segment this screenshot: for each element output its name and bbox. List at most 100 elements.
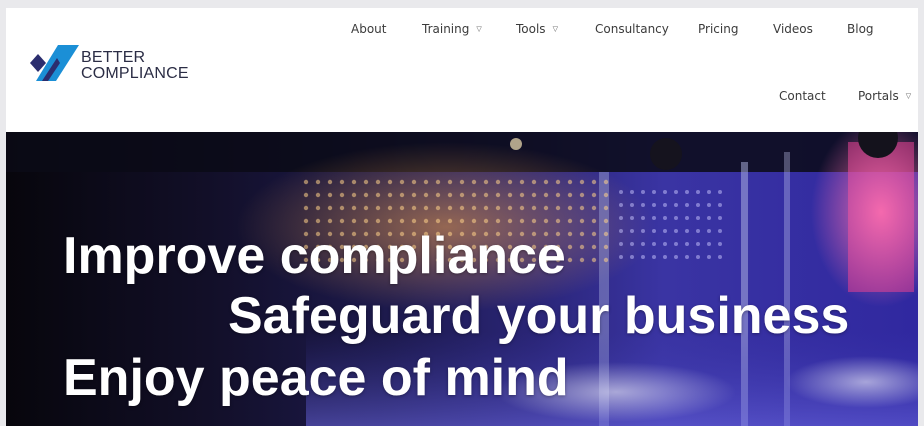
led-dot	[619, 242, 623, 246]
chevron-down-icon: ▽	[905, 92, 912, 100]
led-dot	[435, 218, 441, 224]
led-dot	[315, 218, 321, 224]
led-dot	[531, 218, 537, 224]
led-dot	[483, 218, 489, 224]
led-dot	[459, 179, 465, 185]
led-dot	[555, 192, 561, 198]
led-dot	[567, 218, 573, 224]
led-dot	[707, 190, 711, 194]
nav-item-portals[interactable]: Portals ▽	[858, 89, 911, 103]
led-dot	[630, 203, 634, 207]
led-dot	[591, 218, 597, 224]
led-dot	[483, 192, 489, 198]
led-dot	[619, 216, 623, 220]
led-dot	[718, 255, 722, 259]
led-dot	[619, 203, 623, 207]
led-dot	[447, 179, 453, 185]
led-dot	[399, 218, 405, 224]
led-dot	[423, 218, 429, 224]
led-dot	[531, 192, 537, 198]
led-dot	[663, 216, 667, 220]
nav-item-videos-label: Videos	[773, 22, 813, 36]
nav-item-portals-label: Portals	[858, 89, 899, 103]
nav-item-videos[interactable]: Videos	[773, 22, 813, 36]
led-dot	[399, 205, 405, 211]
led-dot	[435, 205, 441, 211]
nav-item-training[interactable]: Training ▽	[422, 22, 482, 36]
led-dot	[696, 203, 700, 207]
led-dot	[603, 257, 609, 263]
led-dot	[663, 255, 667, 259]
led-dot	[652, 229, 656, 233]
led-dot	[411, 192, 417, 198]
led-dot	[696, 216, 700, 220]
nav-item-pricing-label: Pricing	[698, 22, 739, 36]
led-dot	[459, 205, 465, 211]
led-dot	[707, 203, 711, 207]
led-dot	[567, 192, 573, 198]
led-dot	[531, 205, 537, 211]
led-dot	[630, 242, 634, 246]
led-dot	[630, 255, 634, 259]
led-dot	[543, 192, 549, 198]
led-dot	[652, 255, 656, 259]
led-dot	[674, 190, 678, 194]
led-dot	[591, 231, 597, 237]
nav-item-consultancy-label: Consultancy	[595, 22, 669, 36]
led-dot	[630, 216, 634, 220]
nav-item-pricing[interactable]: Pricing	[698, 22, 738, 36]
led-dot	[351, 205, 357, 211]
led-dot	[555, 205, 561, 211]
led-dot	[591, 257, 597, 263]
led-dot	[579, 205, 585, 211]
nav-item-tools[interactable]: Tools ▽	[516, 22, 558, 36]
led-dot	[674, 255, 678, 259]
led-dot	[663, 203, 667, 207]
led-dot	[375, 179, 381, 185]
nav-item-tools-label: Tools	[516, 22, 546, 36]
led-dot	[399, 179, 405, 185]
led-dot	[652, 216, 656, 220]
led-dot	[591, 192, 597, 198]
led-dot	[641, 203, 645, 207]
led-dot	[619, 229, 623, 233]
nav-item-contact-label: Contact	[779, 89, 826, 103]
hero-headline-line2: Safeguard your business	[228, 287, 850, 345]
led-dot	[579, 192, 585, 198]
led-dot	[363, 218, 369, 224]
nav-item-contact[interactable]: Contact	[779, 89, 826, 103]
nav-item-blog[interactable]: Blog	[847, 22, 874, 36]
led-dot	[663, 229, 667, 233]
led-dot	[718, 203, 722, 207]
led-dot	[423, 205, 429, 211]
led-dot	[674, 242, 678, 246]
led-dot	[641, 242, 645, 246]
site-header: BETTER COMPLIANCE About Training ▽ Tools ▽…	[6, 8, 918, 132]
chevron-down-icon: ▽	[552, 25, 558, 33]
led-dot	[696, 242, 700, 246]
led-dot	[707, 216, 711, 220]
led-dot	[652, 242, 656, 246]
led-dot	[447, 218, 453, 224]
led-dot	[718, 190, 722, 194]
main-nav: About Training ▽ Tools ▽ Consultancy Prici…	[6, 8, 918, 132]
led-dot	[707, 229, 711, 233]
led-dot	[375, 205, 381, 211]
nav-item-consultancy[interactable]: Consultancy	[595, 22, 669, 36]
led-dot	[495, 218, 501, 224]
led-dot	[471, 179, 477, 185]
nav-item-about[interactable]: About	[351, 22, 386, 36]
led-dot	[339, 192, 345, 198]
led-dot	[652, 190, 656, 194]
led-dot	[619, 190, 623, 194]
led-dot	[567, 257, 573, 263]
led-dot	[447, 192, 453, 198]
led-dot	[495, 192, 501, 198]
led-dot	[674, 203, 678, 207]
led-dot	[459, 192, 465, 198]
led-dot	[459, 218, 465, 224]
led-dot	[531, 179, 537, 185]
led-dot	[718, 242, 722, 246]
led-dot	[423, 179, 429, 185]
led-dot	[591, 205, 597, 211]
